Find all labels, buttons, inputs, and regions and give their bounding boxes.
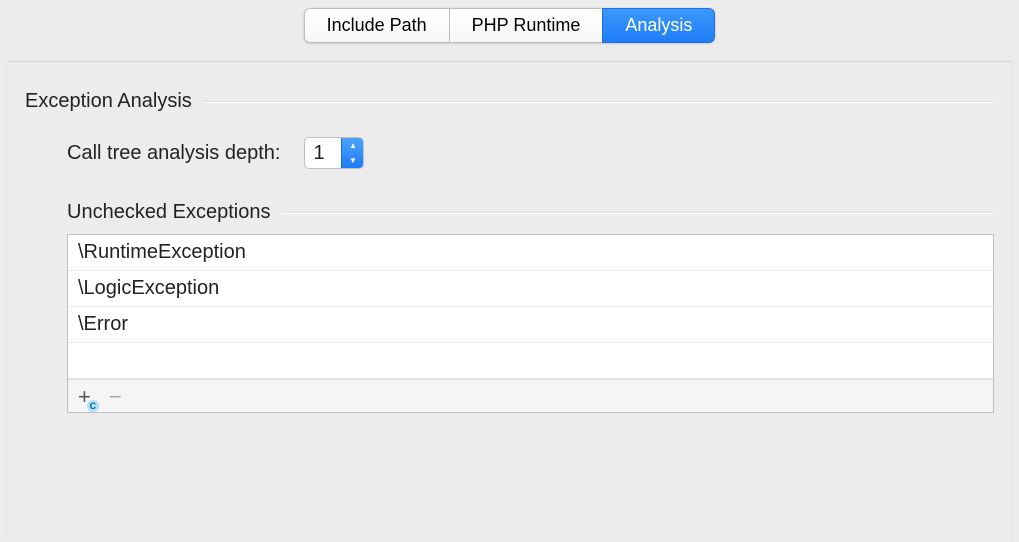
chevron-down-icon[interactable]: ▼ — [342, 153, 363, 168]
tab-include-path[interactable]: Include Path — [304, 8, 449, 43]
list-item[interactable]: \RuntimeException — [68, 235, 993, 271]
chevron-up-icon[interactable]: ▲ — [342, 138, 363, 153]
segmented-tabs: Include Path PHP Runtime Analysis — [304, 8, 716, 43]
list-empty-row — [68, 343, 993, 379]
divider — [282, 212, 994, 214]
divider — [204, 101, 994, 103]
minus-icon: − — [109, 384, 122, 409]
unchecked-exceptions-title-row: Unchecked Exceptions — [67, 201, 994, 224]
depth-stepper[interactable]: 1 ▲ ▼ — [304, 137, 364, 169]
depth-row: Call tree analysis depth: 1 ▲ ▼ — [67, 137, 994, 169]
exception-analysis-title-row: Exception Analysis — [25, 90, 994, 113]
remove-exception-button[interactable]: − — [109, 386, 122, 408]
unchecked-exceptions-title: Unchecked Exceptions — [67, 201, 270, 224]
unchecked-exceptions-section: Unchecked Exceptions \RuntimeException \… — [67, 201, 994, 413]
exception-analysis-title: Exception Analysis — [25, 90, 192, 113]
add-exception-button[interactable]: + C — [78, 386, 91, 408]
class-badge-icon: C — [87, 400, 99, 412]
stepper-buttons: ▲ ▼ — [341, 138, 363, 168]
analysis-panel: Exception Analysis Call tree analysis de… — [6, 61, 1013, 541]
list-item[interactable]: \LogicException — [68, 271, 993, 307]
tab-row: Include Path PHP Runtime Analysis — [0, 0, 1019, 43]
depth-value: 1 — [305, 138, 341, 168]
list-toolbar: + C − — [68, 379, 993, 412]
tab-php-runtime[interactable]: PHP Runtime — [449, 8, 603, 43]
unchecked-exceptions-list[interactable]: \RuntimeException \LogicException \Error… — [67, 234, 994, 413]
tab-analysis[interactable]: Analysis — [602, 8, 715, 43]
depth-label: Call tree analysis depth: — [67, 142, 280, 165]
list-item[interactable]: \Error — [68, 307, 993, 343]
